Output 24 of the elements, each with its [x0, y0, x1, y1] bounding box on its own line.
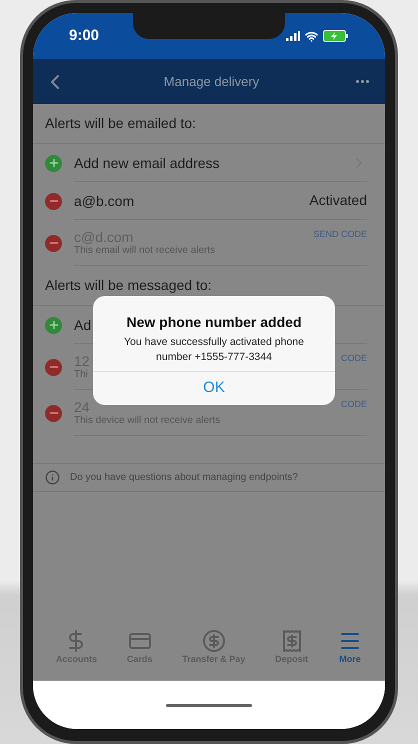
dialog-title: New phone number added — [126, 313, 302, 332]
nav-title: Manage delivery — [162, 72, 260, 91]
dollar-circle-icon — [202, 628, 226, 653]
signal-icon — [286, 31, 300, 41]
dialog-message: You have successfully activated phone number +1555-777-3344 — [123, 335, 305, 365]
add-icon[interactable] — [45, 316, 62, 334]
battery-icon — [323, 30, 349, 42]
wifi-icon — [305, 30, 318, 42]
remove-icon[interactable] — [45, 358, 62, 376]
endpoint-label: Ad — [74, 316, 92, 332]
endpoint-label: Add new email address — [74, 154, 220, 170]
ok-button[interactable]: OK — [93, 371, 335, 405]
remove-icon[interactable] — [45, 404, 62, 422]
tab-button[interactable]: More — [338, 628, 362, 666]
remove-icon[interactable] — [45, 192, 62, 210]
add-icon[interactable] — [45, 154, 62, 172]
status-text: Activated — [309, 191, 367, 210]
section-heading: Alerts will be emailed to: — [45, 114, 196, 133]
remove-icon[interactable] — [45, 234, 62, 252]
endpoint-label: a@b.com — [74, 192, 134, 208]
help-text: Do you have questions about managing endpoints? — [70, 471, 298, 485]
info-icon — [45, 470, 60, 485]
section-heading: Alerts will be messaged to: — [45, 276, 212, 295]
clock-time: 9:00 — [69, 26, 100, 46]
